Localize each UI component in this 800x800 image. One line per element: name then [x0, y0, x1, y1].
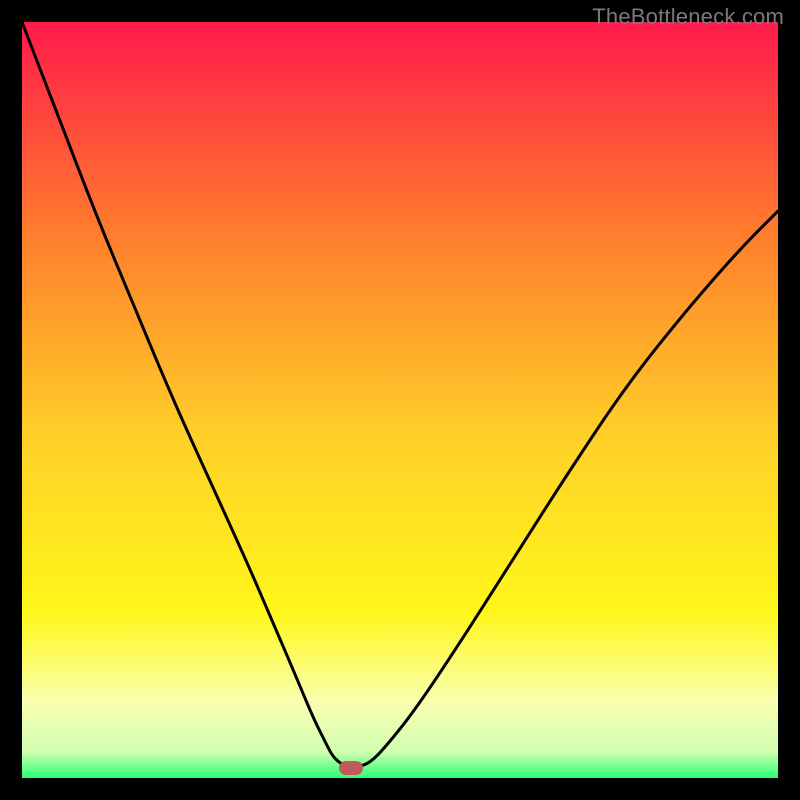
watermark-text: TheBottleneck.com — [592, 4, 784, 30]
bottleneck-plot — [22, 22, 778, 778]
optimal-marker — [339, 761, 363, 775]
plot-background — [22, 22, 778, 778]
chart-frame: TheBottleneck.com — [0, 0, 800, 800]
